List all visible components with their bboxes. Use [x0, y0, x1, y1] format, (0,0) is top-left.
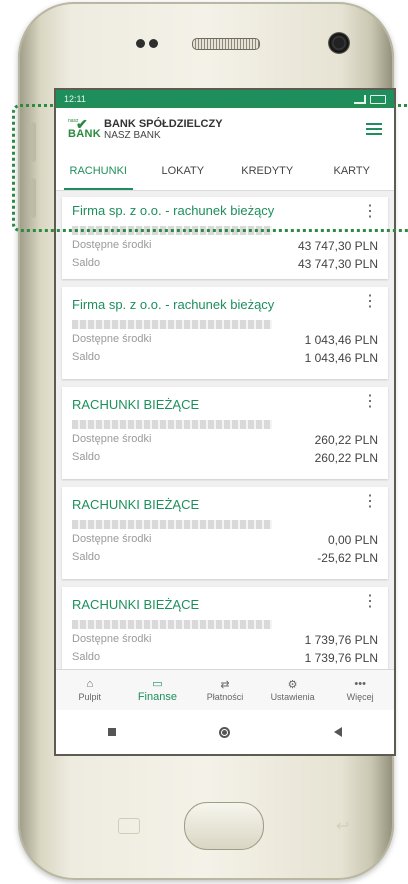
- account-title: Firma sp. z o.o. - rachunek bieżący: [72, 203, 275, 218]
- status-bar: 12:11: [56, 90, 394, 108]
- balance-label: Saldo: [72, 451, 101, 463]
- status-time: 12:11: [64, 94, 86, 104]
- balance-label: Saldo: [72, 551, 101, 563]
- nav-item-wiecej[interactable]: ••• Więcej: [326, 670, 394, 710]
- available-amount: 1 739,76 PLN: [304, 633, 378, 647]
- back-button[interactable]: [334, 727, 343, 737]
- system-navigation-bar: [56, 710, 394, 754]
- nav-label: Ustawienia: [270, 692, 315, 702]
- account-tabs: RACHUNKI LOKATY KREDYTY KARTY: [56, 152, 394, 191]
- volume-button: [30, 178, 36, 218]
- account-card[interactable]: RACHUNKI BIEŻĄCE ⋮ Dostępne środki 0,00 P…: [62, 487, 388, 579]
- status-icons: [354, 94, 386, 104]
- account-title: Firma sp. z o.o. - rachunek bieżący: [72, 297, 275, 312]
- nav-label: Finanse: [137, 691, 177, 703]
- account-number-masked: [72, 226, 272, 235]
- wallet-icon: ▭: [152, 677, 163, 690]
- balance-label: Saldo: [72, 651, 101, 663]
- front-camera: [328, 32, 350, 54]
- account-list: Firma sp. z o.o. - rachunek bieżący ⋮ Do…: [56, 191, 394, 679]
- more-vert-icon[interactable]: ⋮: [362, 391, 378, 411]
- available-amount: 43 747,30 PLN: [297, 239, 378, 253]
- phone-frame: 12:11 nasz ✔ BANK BANK SPÓŁDZIELCZY NASZ…: [18, 2, 396, 880]
- hardware-home-button: [184, 802, 264, 850]
- recents-button[interactable]: [107, 728, 116, 736]
- account-card[interactable]: RACHUNKI BIEŻĄCE ⋮ Dostępne środki 260,22…: [62, 387, 388, 479]
- home-button[interactable]: [219, 726, 231, 738]
- more-icon: •••: [354, 678, 366, 690]
- sensor-dot: [149, 39, 158, 48]
- available-amount: 1 043,46 PLN: [304, 333, 378, 347]
- balance-amount: 43 747,30 PLN: [297, 257, 378, 271]
- more-vert-icon[interactable]: ⋮: [362, 491, 378, 511]
- account-card[interactable]: Firma sp. z o.o. - rachunek bieżący ⋮ Do…: [62, 197, 388, 279]
- bank-logo: nasz ✔ BANK BANK SPÓŁDZIELCZY NASZ BANK: [68, 116, 223, 142]
- available-label: Dostępne środki: [72, 433, 152, 445]
- account-card[interactable]: Firma sp. z o.o. - rachunek bieżący ⋮ Do…: [62, 287, 388, 379]
- nav-item-pulpit[interactable]: ⌂ Pulpit: [56, 670, 124, 710]
- nav-item-finanse[interactable]: ▭ Finanse: [124, 670, 192, 710]
- signal-icon: [354, 94, 366, 104]
- tab-kredyty[interactable]: KREDYTY: [225, 152, 310, 190]
- more-vert-icon[interactable]: ⋮: [362, 291, 378, 311]
- account-number-masked: [72, 320, 272, 329]
- account-card[interactable]: RACHUNKI BIEŻĄCE ⋮ Dostępne środki 1 739,…: [62, 587, 388, 679]
- tab-karty[interactable]: KARTY: [310, 152, 395, 190]
- available-label: Dostępne środki: [72, 333, 152, 345]
- account-title: RACHUNKI BIEŻĄCE: [72, 497, 200, 512]
- balance-label: Saldo: [72, 351, 101, 363]
- more-vert-icon[interactable]: ⋮: [362, 201, 378, 221]
- sensor-dot: [136, 39, 145, 48]
- account-title: RACHUNKI BIEŻĄCE: [72, 397, 200, 412]
- tab-rachunki[interactable]: RACHUNKI: [56, 152, 141, 190]
- account-number-masked: [72, 620, 272, 629]
- bottom-navigation: ⌂ Pulpit ▭ Finanse ⇄ Płatności ⚙ Ustawie…: [56, 669, 394, 710]
- balance-amount: 260,22 PLN: [314, 451, 378, 465]
- brand-subtitle: NASZ BANK: [104, 130, 161, 141]
- volume-button: [30, 122, 36, 162]
- balance-label: Saldo: [72, 257, 101, 269]
- phone-screen: 12:11 nasz ✔ BANK BANK SPÓŁDZIELCZY NASZ…: [54, 88, 396, 756]
- hardware-recents-key: [118, 818, 140, 834]
- nav-label: Więcej: [346, 692, 374, 702]
- more-vert-icon[interactable]: ⋮: [362, 591, 378, 611]
- balance-amount: -25,62 PLN: [317, 551, 378, 565]
- menu-icon[interactable]: [366, 123, 382, 135]
- balance-amount: 1 043,46 PLN: [304, 351, 378, 365]
- app-header: nasz ✔ BANK BANK SPÓŁDZIELCZY NASZ BANK: [56, 108, 394, 152]
- nav-item-platnosci[interactable]: ⇄ Płatności: [191, 670, 259, 710]
- transfer-icon: ⇄: [220, 678, 230, 691]
- logo-mark: nasz ✔ BANK: [68, 116, 101, 142]
- available-label: Dostępne środki: [72, 533, 152, 545]
- nav-label: Pulpit: [78, 692, 102, 702]
- available-amount: 0,00 PLN: [327, 533, 378, 547]
- account-title: RACHUNKI BIEŻĄCE: [72, 597, 200, 612]
- account-number-masked: [72, 420, 272, 429]
- available-label: Dostępne środki: [72, 239, 152, 251]
- nav-label: Płatności: [206, 692, 244, 702]
- gear-icon: ⚙: [287, 678, 298, 691]
- tab-lokaty[interactable]: LOKATY: [141, 152, 226, 190]
- logo-bank-text: BANK: [68, 128, 101, 140]
- hardware-back-key: ↩: [336, 818, 350, 835]
- nav-item-ustawienia[interactable]: ⚙ Ustawienia: [259, 670, 327, 710]
- speaker-grille: [192, 38, 260, 50]
- account-number-masked: [72, 520, 272, 529]
- brand-name: BANK SPÓŁDZIELCZY: [104, 118, 223, 130]
- available-amount: 260,22 PLN: [314, 433, 378, 447]
- home-icon: ⌂: [86, 678, 94, 690]
- balance-amount: 1 739,76 PLN: [304, 651, 378, 665]
- available-label: Dostępne środki: [72, 633, 152, 645]
- battery-icon: [370, 94, 386, 104]
